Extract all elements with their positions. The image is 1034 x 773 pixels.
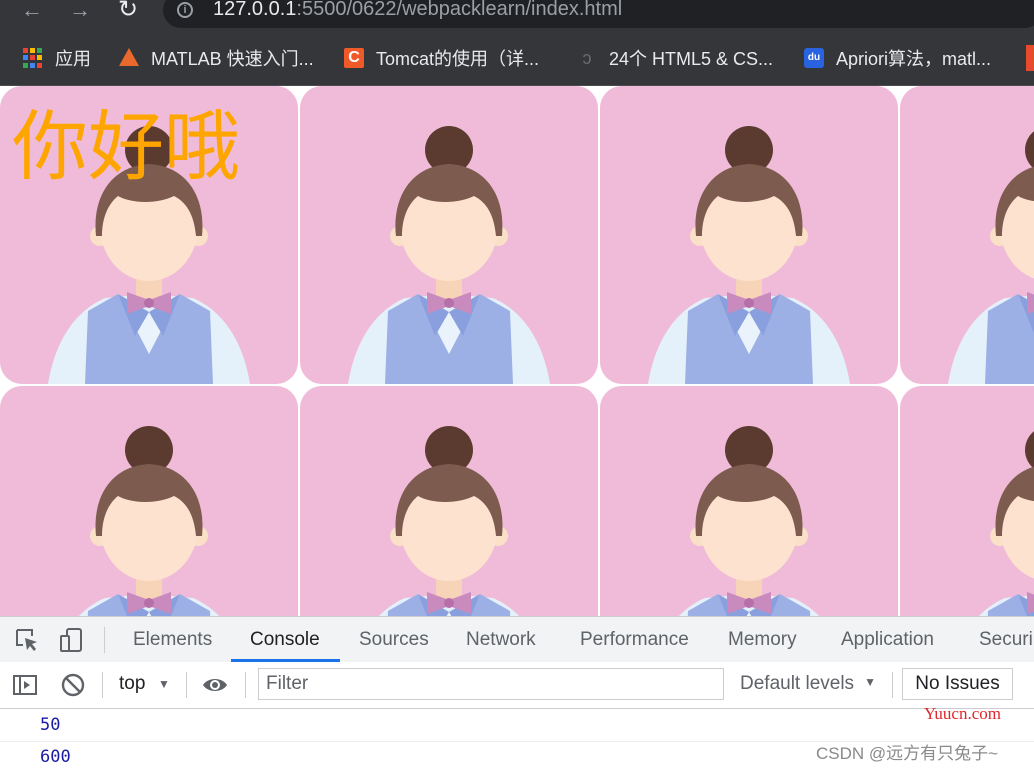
tab-security[interactable]: Securi bbox=[979, 617, 1033, 662]
avatar-tile bbox=[900, 386, 1034, 616]
cartoon-girl-avatar-icon bbox=[679, 426, 819, 616]
console-toolbar: top ▼ Default levels ▼ No Issues bbox=[0, 662, 1034, 709]
inspect-element-icon[interactable] bbox=[14, 627, 40, 653]
tab-elements[interactable]: Elements bbox=[133, 617, 212, 662]
csdn-c-icon: C bbox=[344, 48, 364, 68]
bookmark-html5[interactable]: ↄ 24个 HTML5 & CS... bbox=[577, 45, 774, 71]
url-host: 127.0.0.1 bbox=[213, 0, 297, 20]
cartoon-girl-avatar-icon bbox=[979, 431, 1034, 616]
watermark-author: CSDN @远方有只兔子~ bbox=[816, 744, 999, 763]
avatar-tile bbox=[900, 86, 1034, 384]
bookmark-apps[interactable]: 应用 bbox=[23, 45, 91, 71]
bookmark-overflow-icon[interactable] bbox=[1026, 45, 1034, 71]
context-selector[interactable]: top bbox=[119, 673, 145, 695]
log-value: 600 bbox=[40, 747, 71, 767]
divider bbox=[245, 672, 246, 698]
log-value: 50 bbox=[40, 715, 61, 735]
tab-performance[interactable]: Performance bbox=[580, 617, 689, 662]
tab-sources[interactable]: Sources bbox=[359, 617, 429, 662]
divider bbox=[186, 672, 187, 698]
divider bbox=[104, 627, 105, 653]
bookmark-tomcat[interactable]: C Tomcat的使用（详... bbox=[344, 45, 539, 71]
feather-icon: ↄ bbox=[582, 48, 592, 68]
watermark-site: Yuucn.com bbox=[924, 704, 1001, 723]
avatar-tile bbox=[600, 386, 898, 616]
devtools-panel: Elements Console Sources Network Perform… bbox=[0, 616, 1034, 770]
bookmark-label: 24个 HTML5 & CS... bbox=[609, 49, 774, 69]
browser-topbar: ← → ↻ i 127.0.0.1:5500/0622/webpacklearn… bbox=[0, 0, 1034, 33]
bookmarks-bar: 应用 MATLAB 快速入门... C Tomcat的使用（详... ↄ 24个… bbox=[0, 33, 1034, 86]
device-toolbar-icon[interactable] bbox=[58, 627, 84, 653]
back-arrow-icon[interactable]: ← bbox=[18, 0, 46, 24]
matlab-icon bbox=[119, 48, 139, 68]
sidebar-toggle-icon[interactable] bbox=[12, 672, 38, 698]
bookmark-matlab[interactable]: MATLAB 快速入门... bbox=[119, 45, 314, 71]
address-bar[interactable]: i 127.0.0.1:5500/0622/webpacklearn/index… bbox=[163, 0, 1034, 28]
context-dropdown-icon[interactable]: ▼ bbox=[158, 677, 170, 691]
tab-memory[interactable]: Memory bbox=[728, 617, 797, 662]
avatar-tile bbox=[600, 86, 898, 384]
devtools-tabbar: Elements Console Sources Network Perform… bbox=[0, 617, 1034, 663]
greeting-text: 你好哦 bbox=[12, 102, 240, 191]
page-viewport: 你好哦 bbox=[0, 86, 1034, 616]
bookmark-apriori[interactable]: du Apriori算法，matl... bbox=[804, 45, 991, 71]
chevron-down-icon: ▼ bbox=[864, 675, 876, 689]
forward-arrow-icon[interactable]: → bbox=[66, 0, 94, 24]
url-text[interactable]: 127.0.0.1:5500/0622/webpacklearn/index.h… bbox=[213, 0, 622, 21]
issues-button[interactable]: No Issues bbox=[902, 668, 1013, 700]
baidu-icon: du bbox=[804, 48, 824, 68]
reload-icon[interactable]: ↻ bbox=[114, 0, 142, 24]
cartoon-girl-avatar-icon bbox=[79, 426, 219, 616]
tab-application[interactable]: Application bbox=[841, 617, 934, 662]
divider bbox=[102, 672, 103, 698]
console-message: 50 bbox=[0, 709, 1034, 742]
avatar-tile bbox=[300, 386, 598, 616]
bookmark-label: Apriori算法，matl... bbox=[836, 49, 992, 69]
filter-input[interactable] bbox=[258, 668, 724, 700]
divider bbox=[892, 672, 893, 698]
bookmark-label: Tomcat的使用（详... bbox=[376, 49, 540, 69]
clear-console-icon[interactable] bbox=[60, 672, 86, 698]
avatar-tile bbox=[0, 386, 298, 616]
tab-console[interactable]: Console bbox=[250, 617, 320, 662]
bookmark-label: MATLAB 快速入门... bbox=[151, 49, 314, 69]
cartoon-girl-avatar-icon bbox=[379, 426, 519, 616]
cartoon-girl-avatar-icon bbox=[648, 126, 850, 384]
url-path: :5500/0622/webpacklearn/index.html bbox=[296, 0, 623, 20]
eye-icon[interactable] bbox=[202, 672, 228, 698]
apps-grid-icon bbox=[23, 48, 43, 68]
avatar-tile bbox=[300, 86, 598, 384]
cartoon-girl-avatar-icon bbox=[948, 131, 1034, 384]
site-info-icon[interactable]: i bbox=[177, 2, 193, 18]
log-levels-label: Default levels bbox=[740, 673, 855, 694]
log-levels-dropdown[interactable]: Default levels ▼ bbox=[740, 673, 876, 695]
tab-network[interactable]: Network bbox=[466, 617, 536, 662]
bookmark-label: 应用 bbox=[55, 49, 91, 69]
cartoon-girl-avatar-icon bbox=[348, 126, 550, 384]
